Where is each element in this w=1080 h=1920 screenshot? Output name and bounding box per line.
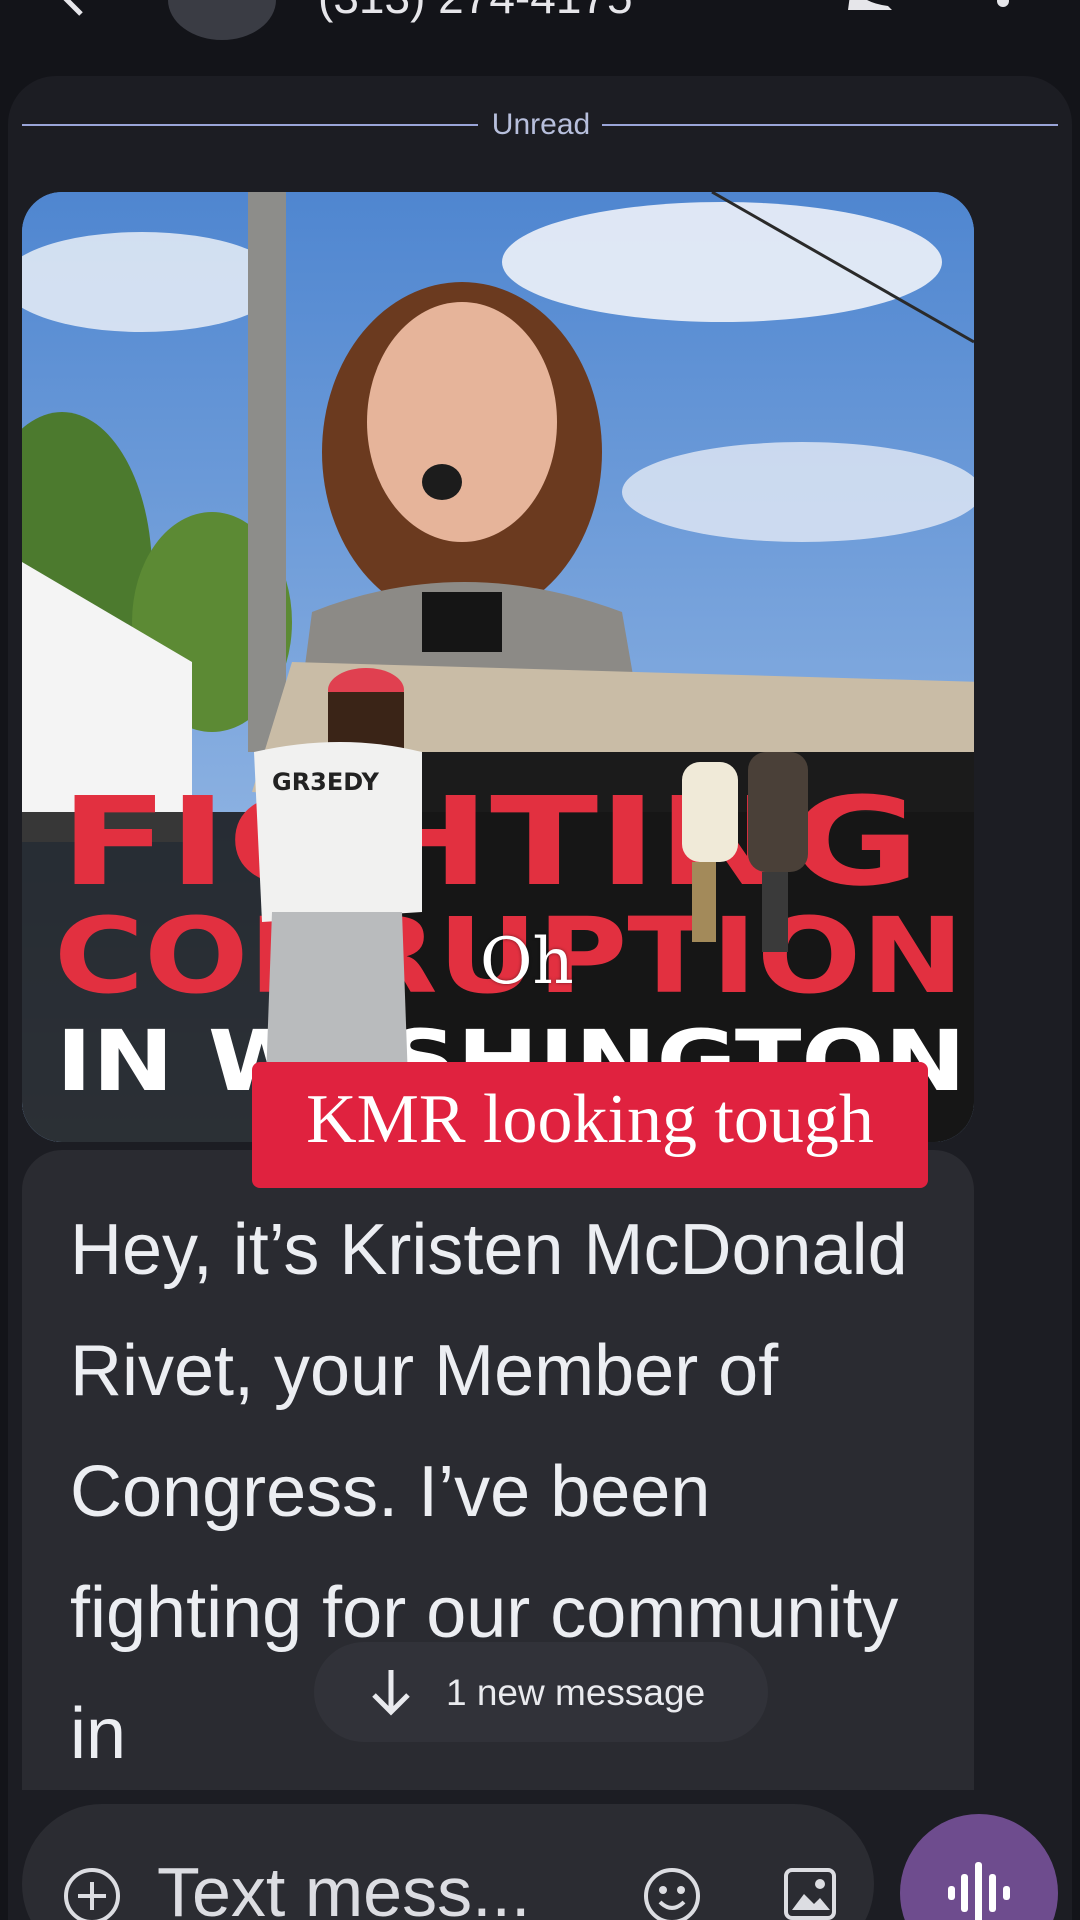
- divider-line-left: [22, 124, 478, 126]
- contact-name[interactable]: (313) 274-4175: [318, 0, 633, 24]
- more-vert-icon[interactable]: [996, 0, 1010, 10]
- compose-bar: Text mess...: [22, 1804, 874, 1920]
- message-input[interactable]: Text mess...: [157, 1852, 557, 1920]
- add-circle-icon[interactable]: [62, 1866, 122, 1920]
- shirt-text: GR3EDY: [272, 768, 379, 796]
- arrow-down-icon: [372, 1670, 410, 1716]
- gallery-icon[interactable]: [782, 1866, 838, 1920]
- divider-line-right: [602, 124, 1058, 126]
- new-message-label: 1 new message: [446, 1672, 706, 1713]
- unread-label: Unread: [491, 108, 591, 141]
- top-app-bar: (313) 274-4175: [0, 0, 1080, 60]
- overlay-caption-small: Oh: [480, 925, 574, 999]
- overlay-caption-box: KMR looking tough: [252, 1062, 928, 1188]
- attachment-picture: FIGHTING CORRUPTION IN WASHINGTON GR3EDY: [22, 192, 974, 1142]
- back-arrow-icon[interactable]: [55, 0, 95, 18]
- emoji-icon[interactable]: [642, 1866, 702, 1920]
- call-icon[interactable]: [848, 0, 892, 10]
- new-message-chip[interactable]: 1 new message: [314, 1642, 768, 1742]
- unread-divider: Unread: [22, 108, 1058, 142]
- avatar[interactable]: [168, 0, 276, 40]
- overlay-caption-text: KMR looking tough: [306, 1081, 874, 1158]
- image-attachment[interactable]: FIGHTING CORRUPTION IN WASHINGTON GR3EDY: [22, 192, 974, 1142]
- voice-waveform-icon: [948, 1862, 1010, 1920]
